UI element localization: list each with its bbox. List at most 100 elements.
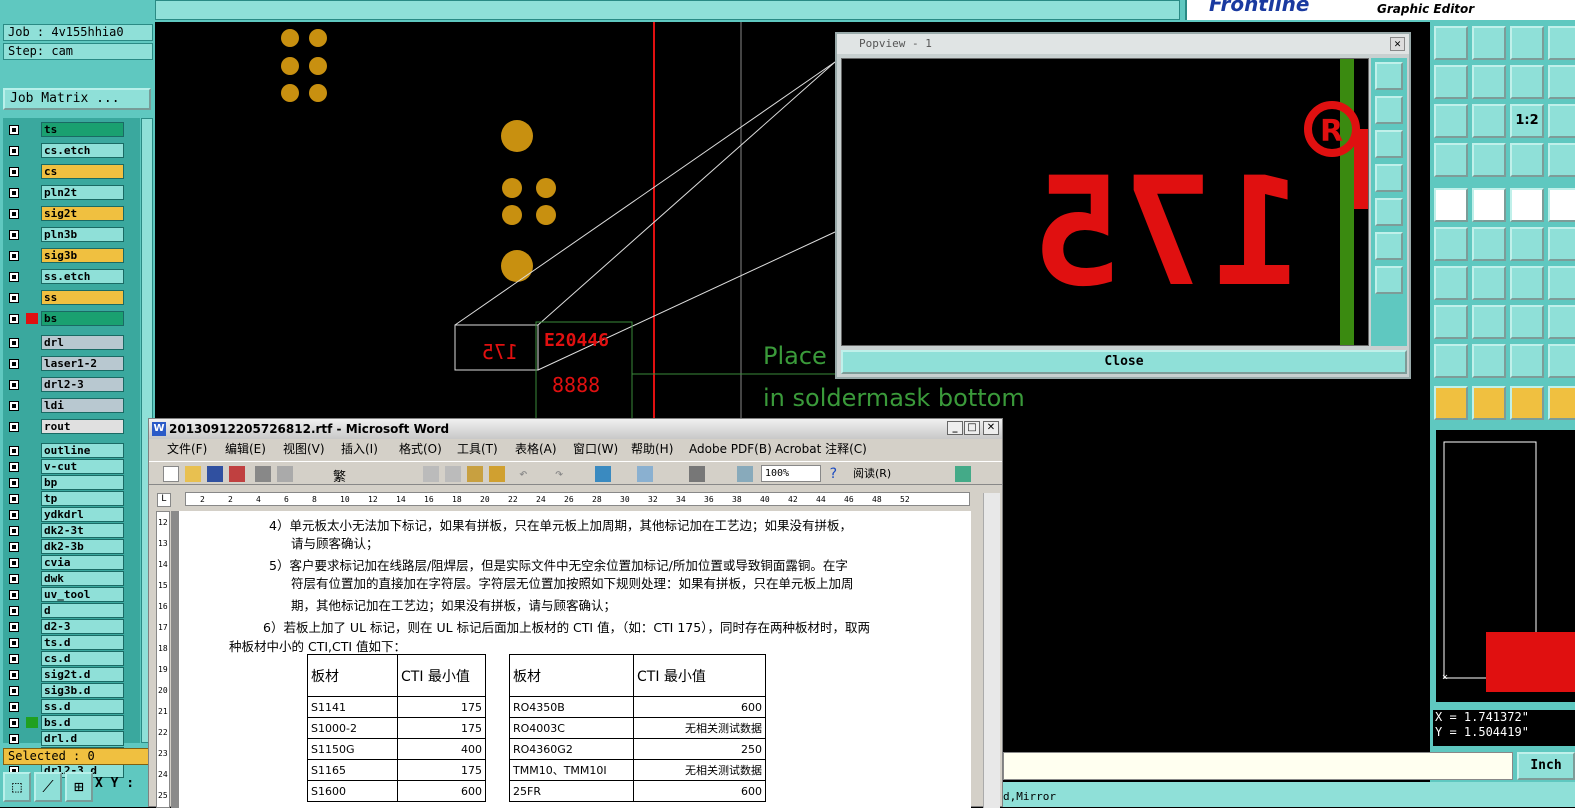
layer-checkbox[interactable] (9, 359, 19, 369)
tool-connect-icon[interactable] (1434, 227, 1468, 261)
layer-row[interactable]: sig3b (6, 248, 124, 263)
layer-row[interactable]: sig2t.d (6, 667, 124, 682)
tool-extra-icon[interactable] (1548, 65, 1575, 99)
layer-row[interactable]: bp (6, 475, 124, 490)
layer-checkbox[interactable] (9, 125, 19, 135)
tool-extra-icon[interactable] (1548, 104, 1575, 138)
layer-checkbox[interactable] (9, 230, 19, 240)
layer-checkbox[interactable] (9, 526, 19, 536)
layer-row[interactable]: dk2-3b (6, 539, 124, 554)
layer-checkbox[interactable] (9, 606, 19, 616)
tool-left-icon[interactable] (1434, 65, 1468, 99)
traditional-chinese-icon[interactable]: 繁 (333, 466, 349, 485)
tool-measure-icon[interactable] (1472, 188, 1506, 222)
redo-icon[interactable]: ↷ (555, 466, 571, 482)
zoom-box-button[interactable]: ⬚ (3, 772, 31, 802)
minimize-icon[interactable]: _ (947, 421, 963, 435)
layer-row[interactable]: sig2t (6, 206, 124, 221)
layer-checkbox[interactable] (9, 718, 19, 728)
tool-pointer-box-icon[interactable] (1472, 386, 1506, 420)
tool-extra-icon[interactable] (1548, 344, 1575, 378)
layer-row[interactable]: bs.d (6, 715, 124, 730)
job-matrix-button[interactable]: Job Matrix ... (3, 88, 151, 110)
layer-checkbox[interactable] (9, 422, 19, 432)
popview-left-icon[interactable] (1375, 164, 1403, 192)
layer-row[interactable]: pln2t (6, 185, 124, 200)
layer-row[interactable]: drl.d (6, 731, 124, 746)
tool-triangle-blue-icon[interactable] (1510, 344, 1544, 378)
tool-extra-icon[interactable] (1548, 266, 1575, 300)
document-page[interactable]: 4）单元板太小无法加下标记，如果有拼板，只在单元板上加周期，其他标记加在工艺边；… (179, 511, 971, 808)
tool-pointer-circle-icon[interactable] (1510, 386, 1544, 420)
layer-checkbox[interactable] (9, 638, 19, 648)
tool-diagonal-icon[interactable] (1472, 266, 1506, 300)
menu-item[interactable]: Acrobat 注释(C) (775, 439, 867, 459)
popview-up-icon[interactable] (1375, 96, 1403, 124)
tool-pad-icon[interactable] (1434, 305, 1468, 339)
layer-row[interactable]: d (6, 603, 124, 618)
read-button[interactable]: 阅读(R) (853, 465, 891, 481)
layer-row[interactable]: cs.etch (6, 143, 124, 158)
popview-center-icon[interactable] (1375, 266, 1403, 294)
tool-extra-icon[interactable] (1548, 227, 1575, 261)
tool-hline-icon[interactable] (1472, 305, 1506, 339)
tool-scale-icon[interactable]: 1:2 (1510, 104, 1544, 138)
tool-fit-icon[interactable] (1434, 104, 1468, 138)
layer-row[interactable]: uv_tool (6, 587, 124, 602)
tool-triangle-red-icon[interactable] (1472, 344, 1506, 378)
layer-row[interactable]: drl2-3 (6, 377, 124, 392)
spelling-icon[interactable] (955, 466, 971, 482)
popview-right-icon[interactable] (1375, 198, 1403, 226)
layer-checkbox[interactable] (9, 558, 19, 568)
layer-checkbox[interactable] (9, 209, 19, 219)
layer-row[interactable]: pln3b (6, 227, 124, 242)
zoom-select[interactable]: 100% (761, 465, 821, 482)
layer-checkbox[interactable] (9, 380, 19, 390)
layer-row[interactable]: laser1-2 (6, 356, 124, 371)
tool-extra-icon[interactable] (1548, 26, 1575, 60)
layer-checkbox[interactable] (9, 251, 19, 261)
tool-right-icon[interactable] (1472, 65, 1506, 99)
snap-button[interactable]: ⊞ (65, 772, 93, 802)
layer-row[interactable]: dwk (6, 571, 124, 586)
layer-row[interactable]: cs (6, 164, 124, 179)
close-icon[interactable]: ✕ (983, 421, 999, 435)
menu-item[interactable]: 窗口(W) (573, 439, 618, 459)
tool-pointer-icon[interactable] (1434, 386, 1468, 420)
tool-home-icon[interactable] (1510, 26, 1544, 60)
layer-row[interactable]: ts.d (6, 635, 124, 650)
layer-row[interactable]: drl (6, 335, 124, 350)
mini-map[interactable]: × (1436, 430, 1575, 702)
tab-stop-selector[interactable]: L (157, 493, 171, 507)
layer-checkbox[interactable] (9, 478, 19, 488)
tool-up-icon[interactable] (1434, 26, 1468, 60)
help-icon[interactable]: ? (829, 466, 845, 482)
layer-row[interactable]: dk2-3t (6, 523, 124, 538)
top-command-field[interactable] (155, 0, 1180, 20)
new-doc-icon[interactable] (163, 466, 179, 482)
columns-icon[interactable] (689, 466, 705, 482)
menu-item[interactable]: 编辑(E) (225, 439, 266, 459)
tool-redo-icon[interactable] (1510, 65, 1544, 99)
tool-snap-icon[interactable] (1510, 143, 1544, 177)
table-icon[interactable] (637, 466, 653, 482)
layer-checkbox[interactable] (9, 446, 19, 456)
tool-extra-icon[interactable] (1548, 305, 1575, 339)
popview-viewport[interactable]: R 175 (841, 58, 1369, 346)
document-area[interactable]: 4）单元板太小无法加下标记，如果有拼板，只在单元板上加周期，其他标记加在工艺边；… (171, 511, 971, 808)
layer-row[interactable]: ss (6, 290, 124, 305)
layer-row[interactable]: outline (6, 443, 124, 458)
tool-extra-icon[interactable] (1548, 386, 1575, 420)
layer-checkbox[interactable] (9, 574, 19, 584)
popview-zoom-icon[interactable] (1375, 62, 1403, 90)
layer-checkbox[interactable] (9, 654, 19, 664)
tool-down-icon[interactable] (1472, 26, 1506, 60)
popview-close-button[interactable]: Close (841, 350, 1407, 374)
copy-icon[interactable] (445, 466, 461, 482)
menu-item[interactable]: 工具(T) (457, 439, 498, 459)
maximize-icon[interactable]: □ (964, 421, 980, 435)
tool-dimension-icon[interactable] (1510, 305, 1544, 339)
tool-grid-icon[interactable] (1472, 143, 1506, 177)
undo-icon[interactable]: ↶ (519, 466, 535, 482)
layer-row[interactable]: ldi (6, 398, 124, 413)
